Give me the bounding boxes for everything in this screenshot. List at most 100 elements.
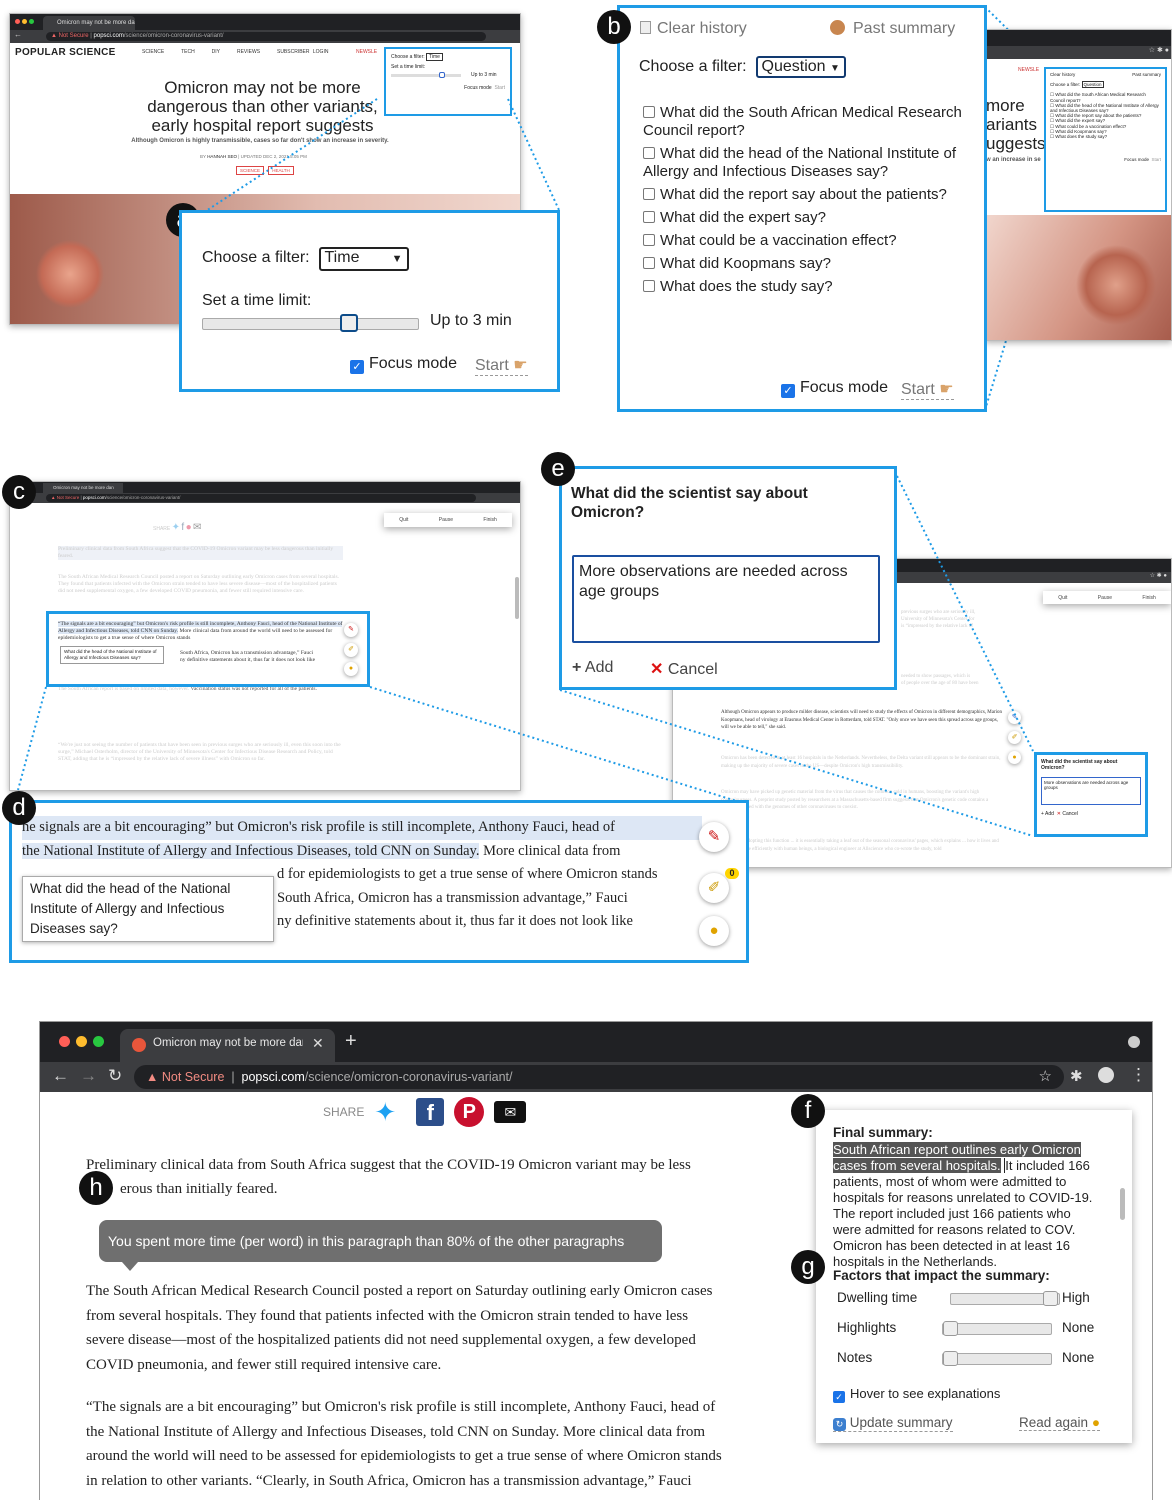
time-limit-slider[interactable]	[202, 314, 419, 332]
pointing-hand-icon: ☛	[513, 357, 528, 374]
update-summary-button[interactable]: ↻ Update summary	[833, 1415, 953, 1432]
reload-icon[interactable]: ↻	[108, 1066, 122, 1086]
extensions-icon[interactable]: ✱	[1070, 1067, 1083, 1085]
screenshot-question-filter: ☆ ✱ ● NEWSLE more ariants uggests w an inc…	[985, 29, 1172, 341]
clear-history-button[interactable]: Clear history	[640, 20, 747, 38]
bookmark-star-icon[interactable]: ☆	[1039, 1065, 1052, 1089]
reading-toolbar: Quit Pause Finish	[1043, 591, 1171, 604]
facebook-icon[interactable]: f	[416, 1098, 445, 1126]
mini-question-0[interactable]: ☐ What did the South African Medical Res…	[1050, 92, 1161, 102]
add-note-button[interactable]: + Add	[572, 659, 613, 677]
highlight-pen-icon[interactable]: ✎	[1008, 711, 1021, 724]
filter-select[interactable]: Time ▼	[318, 247, 409, 271]
hover-explanations-toggle[interactable]: ✓ Hover to see explanations	[833, 1386, 1000, 1403]
factor-knob[interactable]	[943, 1321, 958, 1336]
reading-time-tooltip: You spent more time (per word) in this p…	[99, 1220, 662, 1262]
tooltip-arrow	[122, 1262, 138, 1271]
close-window-dot[interactable]	[59, 1036, 70, 1047]
highlights-slider[interactable]	[942, 1321, 1052, 1336]
filter-select[interactable]: Question ▼	[755, 56, 846, 78]
panel-label-f: f	[791, 1094, 825, 1128]
account-icon[interactable]	[1098, 1067, 1114, 1083]
question-item[interactable]: What could be a vaccination effect?	[643, 232, 978, 250]
note-icon[interactable]: ✐	[1008, 731, 1021, 744]
pinterest-icon[interactable]: ●	[186, 522, 192, 533]
factor-knob[interactable]	[1043, 1291, 1058, 1306]
scrollbar[interactable]	[515, 577, 519, 619]
pause-button[interactable]: Pause	[439, 517, 453, 523]
browser-tab-bar: Omicron may not be more dan	[10, 482, 520, 493]
factors-title: Factors that impact the summary:	[833, 1268, 1050, 1283]
nav-newsletter[interactable]: NEWSLE	[1018, 67, 1039, 73]
pause-button[interactable]: Pause	[1098, 595, 1112, 601]
twitter-icon[interactable]: ✦	[172, 522, 180, 533]
read-again-button[interactable]: Read again ●	[1019, 1415, 1100, 1431]
question-item[interactable]: What did the head of the National Instit…	[643, 145, 978, 181]
close-tab-icon[interactable]: ✕	[312, 1035, 324, 1052]
past-summary-button[interactable]: Past summary	[830, 20, 955, 38]
question-item[interactable]: What did the South African Medical Resea…	[643, 104, 978, 140]
dimmed-paragraph: “We're just not seeing the number of pat…	[58, 742, 341, 762]
dimmed-text: previous surges who are seriously ill, Un…	[901, 610, 976, 629]
browser-address-bar: ▲ Not Secure | popsci.com/science/omicro…	[10, 493, 520, 503]
dwelling-time-slider[interactable]	[950, 1291, 1060, 1306]
chevron-down-icon: ▼	[391, 253, 403, 265]
quit-button[interactable]: Quit	[1058, 595, 1067, 601]
cancel-note-button[interactable]: ✕ Cancel	[650, 659, 718, 679]
note-answer-textarea[interactable]: More observations are needed across age …	[572, 555, 880, 643]
profile-menu-icon[interactable]	[1128, 1036, 1140, 1048]
article-paragraph-2: The South African Medical Research Counc…	[86, 1283, 713, 1373]
mini-question-1[interactable]: ☐ What did the head of the National Inst…	[1050, 103, 1161, 113]
quit-button[interactable]: Quit	[399, 517, 408, 523]
minimize-window-dot[interactable]	[76, 1036, 87, 1047]
article-hero-image	[986, 215, 1171, 340]
browser-tab[interactable]: Omicron may not be more dang ✕	[120, 1029, 335, 1062]
note-icon[interactable]: ✐	[699, 873, 729, 903]
forward-arrow-icon[interactable]: →	[80, 1066, 97, 1086]
finish-button[interactable]: Finish	[1142, 595, 1155, 601]
start-button[interactable]: Start ☛	[901, 379, 954, 400]
checkbox-checked-icon: ✓	[350, 360, 364, 374]
question-list: What did the South African Medical Resea…	[643, 104, 978, 301]
focus-mode-toggle[interactable]: ✓ Focus mode	[350, 355, 457, 374]
summary-scrollbar[interactable]	[1120, 1188, 1125, 1220]
browser-address-bar: ← → ↻ ▲ Not Secure | popsci.com/science/…	[40, 1062, 1152, 1092]
mini-question-6[interactable]: ☐ What does the study say?	[1050, 134, 1161, 139]
checkbox-icon	[643, 188, 655, 200]
panel-label-c: c	[2, 475, 36, 509]
notes-slider[interactable]	[942, 1351, 1052, 1366]
kebab-menu-icon[interactable]: ⋮	[1130, 1065, 1147, 1085]
factor-notes: Notes None	[837, 1350, 1095, 1366]
reading-toolbar: Quit Pause Finish	[384, 513, 512, 527]
checkbox-icon	[643, 234, 655, 246]
question-item[interactable]: What did the expert say?	[643, 209, 978, 227]
email-icon[interactable]: ✉	[494, 1101, 527, 1123]
checkbox-checked-icon: ✓	[833, 1391, 845, 1403]
finish-button[interactable]: Finish	[483, 517, 496, 523]
focus-mode-toggle[interactable]: ✓ Focus mode	[781, 379, 888, 398]
url-field[interactable]: ▲ Not Secure | popsci.com/science/omicro…	[46, 494, 476, 502]
factor-knob[interactable]	[943, 1351, 958, 1366]
maximize-window-dot[interactable]	[93, 1036, 104, 1047]
pinterest-icon[interactable]: P	[454, 1097, 485, 1127]
question-item[interactable]: What did the report say about the patien…	[643, 186, 978, 204]
thinking-face-icon[interactable]: ●	[1008, 751, 1021, 764]
browser-tab[interactable]: Omicron may not be more dan	[43, 483, 123, 493]
facebook-icon[interactable]: f	[181, 522, 184, 533]
time-limit-label: Set a time limit:	[202, 292, 312, 309]
share-row: SHARE ✦ f P ✉	[323, 1096, 527, 1128]
highlight-pen-icon[interactable]: ✎	[699, 822, 729, 852]
email-icon[interactable]: ✉	[193, 522, 201, 533]
question-item[interactable]: What did Koopmans say?	[643, 255, 978, 273]
start-button[interactable]: Start ☛	[475, 355, 528, 376]
new-tab-icon[interactable]: +	[345, 1030, 357, 1053]
thinking-face-icon[interactable]: ●	[699, 916, 729, 946]
bg-headline: more ariants uggests	[986, 96, 1046, 153]
summary-title: Final summary:	[833, 1125, 933, 1140]
back-arrow-icon[interactable]: ←	[52, 1066, 69, 1086]
question-item[interactable]: What does the study say?	[643, 278, 978, 296]
url-field[interactable]: ▲ Not Secure | popsci.com/science/omicro…	[134, 1065, 1064, 1089]
share-row: SHARE ✦ f ● ✉	[153, 522, 202, 533]
twitter-icon[interactable]: ✦	[374, 1098, 406, 1126]
slider-knob[interactable]	[339, 314, 358, 332]
